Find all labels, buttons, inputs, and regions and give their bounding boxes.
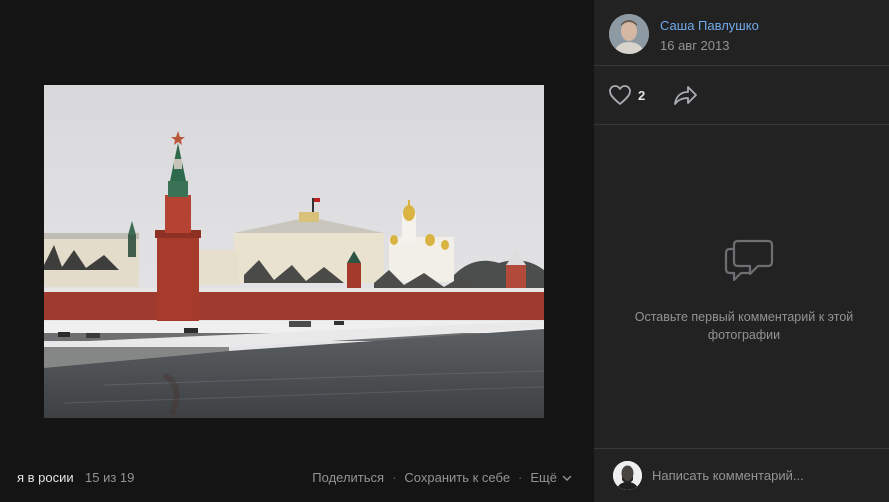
post-date[interactable]: 16 авг 2013: [660, 38, 729, 53]
kremlin-photo-image: [44, 85, 544, 418]
separator: ·: [392, 470, 397, 485]
photo-actions: Поделиться · Сохранить к себе · Ещё: [312, 470, 572, 485]
empty-comments-text: Оставьте первый комментарий к этой фотог…: [634, 310, 854, 342]
comments-empty-state: Оставьте первый комментарий к этой фотог…: [594, 125, 889, 448]
share-button[interactable]: [673, 84, 699, 111]
author-header: Саша Павлушко 16 авг 2013: [594, 0, 889, 66]
like-count: 2: [638, 87, 646, 103]
photo-sidebar: Саша Павлушко 16 авг 2013 2 Оставьте пер…: [594, 0, 889, 502]
save-photo-button[interactable]: Сохранить к себе: [404, 470, 510, 485]
author-avatar-image: [609, 14, 649, 54]
more-button[interactable]: Ещё: [530, 470, 572, 485]
photo[interactable]: [44, 85, 544, 418]
author-avatar[interactable]: [609, 14, 649, 54]
like-button[interactable]: 2: [608, 84, 645, 106]
current-user-avatar: [613, 461, 642, 490]
chevron-down-icon: [562, 475, 572, 481]
comment-input[interactable]: [652, 461, 872, 489]
photo-footer: я в росии 15 из 19 Поделиться · Сохранит…: [0, 452, 594, 502]
share-arrow-icon: [674, 86, 697, 105]
current-user-avatar-image: [613, 461, 642, 490]
comments-icon: [724, 239, 774, 282]
album-name-link[interactable]: я в росии: [17, 470, 74, 485]
separator: ·: [518, 470, 523, 485]
heart-icon: [609, 85, 631, 105]
photo-counter: 15 из 19: [85, 470, 135, 485]
more-label: Ещё: [530, 470, 557, 485]
share-photo-button[interactable]: Поделиться: [312, 470, 384, 485]
author-name-link[interactable]: Саша Павлушко: [660, 18, 759, 33]
photo-viewer: я в росии 15 из 19 Поделиться · Сохранит…: [0, 0, 594, 502]
comment-composer: [594, 448, 889, 502]
reactions-bar: 2: [594, 66, 889, 125]
